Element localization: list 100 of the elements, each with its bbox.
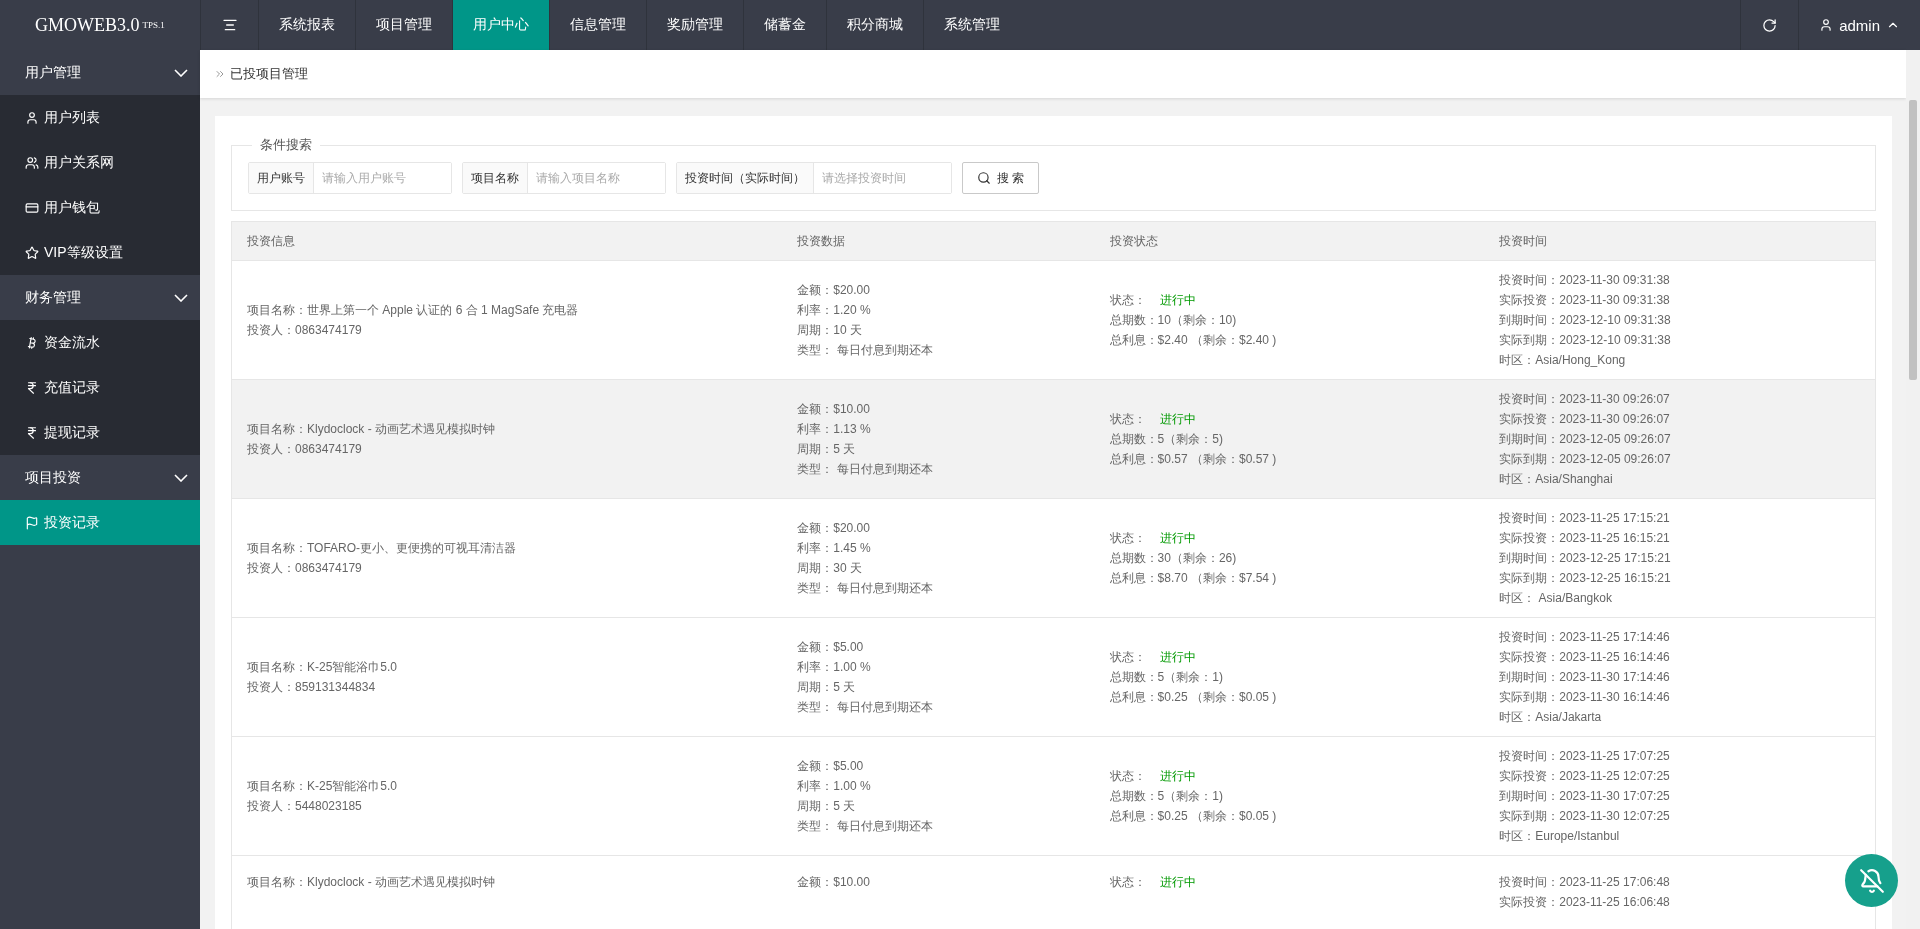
data-line: 金额：$20.00 [797, 520, 871, 537]
search-field[interactable]: 投资时间（实际时间） 请选择投资时间 [676, 162, 952, 194]
time-line: 到期时间：2023-11-30 17:14:46 [1499, 669, 1671, 686]
time-line: 实际到期：2023-12-25 16:15:21 [1499, 570, 1672, 587]
status-label: 状态： [1109, 411, 1146, 428]
sidebar-item[interactable]: 投资记录 [0, 500, 200, 545]
time-line: 投资时间：2023-11-30 09:31:38 [1499, 272, 1671, 289]
users-icon [25, 155, 39, 170]
status-value: 进行中 [1159, 292, 1196, 309]
sidebar-item[interactable]: 提现记录 [0, 410, 200, 455]
search-button[interactable]: 搜 索 [962, 162, 1040, 194]
data-line: 周期：5 天 [797, 441, 857, 458]
rupee-icon [25, 425, 39, 440]
status-label: 状态： [1109, 530, 1146, 547]
status-line: 总利息：$8.70 （剩余：$7.54 ) [1109, 570, 1278, 587]
column-header: 投资信息 [231, 221, 783, 261]
info-line: 投资人：5448023185 [247, 798, 363, 815]
status-label: 状态： [1109, 649, 1146, 666]
data-line: 周期：30 天 [797, 560, 863, 577]
data-line: 金额：$5.00 [797, 758, 865, 775]
refresh-icon [1762, 17, 1778, 33]
status-line: 总利息：$2.40 （剩余：$2.40 ) [1109, 332, 1278, 349]
column-header: 投资时间 [1484, 221, 1876, 261]
time-line: 实际投资：2023-11-25 12:07:25 [1499, 768, 1671, 785]
time-line: 实际到期：2023-12-05 09:26:07 [1499, 451, 1672, 468]
chevron-icon [174, 473, 188, 482]
status-line: 总期数：5（剩余：1) [1109, 669, 1224, 686]
rupee-icon [25, 380, 39, 395]
time-line: 实际到期：2023-11-30 16:14:46 [1499, 689, 1671, 706]
data-line: 周期：5 天 [797, 679, 857, 696]
time-line: 实际到期：2023-11-30 12:07:25 [1499, 808, 1671, 825]
data-line: 类型： 每日付息到期还本 [797, 461, 934, 478]
user-icon [1819, 18, 1834, 32]
time-line: 实际投资：2023-11-30 09:31:38 [1499, 292, 1671, 309]
data-line: 利率：1.13 % [797, 421, 872, 438]
column-header: 投资状态 [1094, 221, 1485, 261]
status-line: 总期数：30（剩余：26) [1109, 550, 1238, 567]
info-line: 项目名称：Klydoclock - 动画艺术遇见模拟时钟 [247, 874, 497, 891]
data-line: 类型： 每日付息到期还本 [797, 580, 934, 597]
status-line: 总利息：$0.25 （剩余：$0.05 ) [1109, 808, 1278, 825]
data-line: 利率：1.00 % [797, 778, 872, 795]
status-line: 总期数：10（剩余：10) [1109, 312, 1238, 329]
sidebar-item[interactable]: 用户列表 [0, 95, 200, 140]
flag-icon [25, 515, 39, 530]
info-line: 项目名称：K-25智能浴巾5.0 [247, 659, 399, 676]
nav-tab[interactable]: 用户中心 [452, 0, 549, 50]
time-line: 投资时间：2023-11-25 17:06:48 [1499, 874, 1671, 891]
status-value: 进行中 [1159, 411, 1196, 428]
data-line: 金额：$10.00 [797, 874, 871, 891]
logo: GMOWEB3.0 $^{TPS.1}$ [34, 13, 166, 37]
time-line: 实际投资：2023-11-25 16:15:21 [1499, 530, 1671, 547]
time-line: 时区：Asia/Shanghai [1499, 471, 1614, 488]
status-value: 进行中 [1159, 530, 1196, 547]
time-line: 实际投资：2023-11-25 16:06:48 [1499, 894, 1671, 911]
search-icon [977, 171, 991, 185]
group-label: 项目投资 [25, 468, 81, 487]
search-legend: 条件搜索 [252, 136, 320, 154]
time-line: 时区：Asia/Jakarta [1499, 709, 1603, 726]
status-value: 进行中 [1159, 649, 1196, 666]
time-line: 时区： Asia/Bangkok [1499, 590, 1613, 607]
sidebar-item[interactable]: 充值记录 [0, 365, 200, 410]
status-line: 总利息：$0.57 （剩余：$0.57 ) [1109, 451, 1278, 468]
search-field[interactable]: 用户账号 请输入用户账号 [248, 162, 452, 194]
data-line: 利率：1.00 % [797, 659, 872, 676]
data-line: 周期：10 天 [797, 322, 863, 339]
time-line: 实际到期：2023-12-10 09:31:38 [1499, 332, 1672, 349]
status-label: 状态： [1109, 874, 1146, 891]
column-header: 投资数据 [782, 221, 1095, 261]
time-line: 到期时间：2023-12-05 09:26:07 [1499, 431, 1672, 448]
sidebar-item[interactable]: 用户关系网 [0, 140, 200, 185]
search-field[interactable]: 项目名称 请输入项目名称 [462, 162, 666, 194]
info-line: 项目名称：TOFARO-更小、更便携的可视耳清洁器 [247, 540, 518, 557]
chevrons-icon [214, 68, 226, 80]
info-line: 项目名称：K-25智能浴巾5.0 [247, 778, 399, 795]
bitcoin-icon [25, 335, 39, 350]
status-line: 总期数：5（剩余：1) [1109, 788, 1224, 805]
time-line: 时区：Europe/Istanbul [1499, 828, 1621, 845]
status-line: 总利息：$0.25 （剩余：$0.05 ) [1109, 689, 1278, 706]
time-line: 到期时间：2023-12-10 09:31:38 [1499, 312, 1672, 329]
info-line: 项目名称：世界上第一个 Apple 认证的 6 合 1 MagSafe 充电器 [247, 302, 580, 319]
time-line: 投资时间：2023-11-25 17:07:25 [1499, 748, 1671, 765]
sidebar-item[interactable]: VIP等级设置 [0, 230, 200, 275]
time-line: 到期时间：2023-12-25 17:15:21 [1499, 550, 1672, 567]
sidebar-item[interactable]: 资金流水 [0, 320, 200, 365]
data-line: 类型： 每日付息到期还本 [797, 818, 934, 835]
time-line: 投资时间：2023-11-25 17:14:46 [1499, 629, 1671, 646]
data-line: 类型： 每日付息到期还本 [797, 699, 934, 716]
info-line: 投资人：0863474179 [247, 322, 363, 339]
sidebar-item[interactable]: 用户钱包 [0, 185, 200, 230]
info-line: 项目名称：Klydoclock - 动画艺术遇见模拟时钟 [247, 421, 497, 438]
group-label: 用户管理 [25, 63, 81, 82]
data-line: 金额：$10.00 [797, 401, 871, 418]
data-line: 利率：1.20 % [797, 302, 872, 319]
status-label: 状态： [1109, 768, 1146, 785]
data-line: 金额：$20.00 [797, 282, 871, 299]
info-line: 投资人：859131344834 [247, 679, 377, 696]
status-line: 总期数：5（剩余：5) [1109, 431, 1224, 448]
breadcrumb: 已投项目管理 [230, 65, 308, 83]
user-icon [25, 110, 39, 125]
data-line: 周期：5 天 [797, 798, 857, 815]
